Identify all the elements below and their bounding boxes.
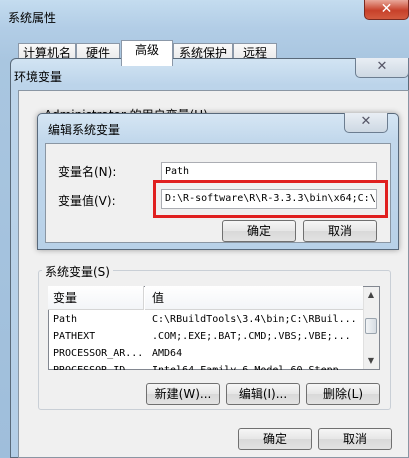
table-row-name[interactable]: PROCESSOR_AR... — [53, 345, 145, 362]
column-header-value[interactable]: 值 — [145, 286, 363, 310]
edit-dialog-close-icon[interactable]: ✕ — [344, 113, 388, 133]
edit-ok-button[interactable]: 确定 — [222, 220, 296, 242]
system-properties-title: 系统属性 — [8, 11, 57, 25]
scroll-thumb[interactable] — [365, 318, 377, 334]
variable-name-label: 变量名(N): — [58, 165, 117, 179]
delete-variable-button[interactable]: 删除(L) — [306, 383, 380, 405]
scroll-up-icon[interactable]: ▲ — [363, 287, 379, 303]
variable-value-label: 变量值(V): — [58, 194, 116, 208]
environment-ok-button[interactable]: 确定 — [238, 428, 312, 450]
table-row-value[interactable]: C:\RBuildTools\3.4\bin;C:\RBuil... — [152, 311, 362, 328]
table-row-name[interactable]: Path — [53, 311, 145, 328]
new-variable-button[interactable]: 新建(W)... — [146, 383, 220, 405]
table-row-name[interactable]: PROCESSOR_ID... — [53, 362, 145, 370]
system-properties-close-icon[interactable]: ✕ — [364, 0, 409, 20]
environment-variables-close-icon[interactable]: ✕ — [355, 58, 409, 78]
edit-variable-button[interactable]: 编辑(I)... — [226, 383, 300, 405]
red-highlight-annotation — [153, 180, 388, 218]
table-row-value[interactable]: .COM;.EXE;.BAT;.CMD;.VBS;.VBE;... — [152, 328, 362, 345]
tab-advanced[interactable]: 高级 — [121, 40, 173, 66]
system-variables-label: 系统变量(S) — [42, 263, 113, 280]
variable-name-input[interactable]: Path — [161, 162, 377, 182]
edit-dialog-title: 编辑系统变量 — [48, 123, 121, 137]
table-row-value[interactable]: AMD64 — [152, 345, 362, 362]
environment-cancel-button[interactable]: 取消 — [318, 428, 392, 450]
table-row-value[interactable]: Intel64 Family 6 Model 60 Stepp... — [152, 362, 362, 370]
environment-variables-title: 环境变量 — [14, 70, 63, 84]
scroll-down-icon[interactable]: ▼ — [363, 353, 379, 369]
edit-cancel-button[interactable]: 取消 — [303, 220, 377, 242]
column-header-variable[interactable]: 变量 — [48, 286, 144, 310]
table-row-name[interactable]: PATHEXT — [53, 328, 145, 345]
